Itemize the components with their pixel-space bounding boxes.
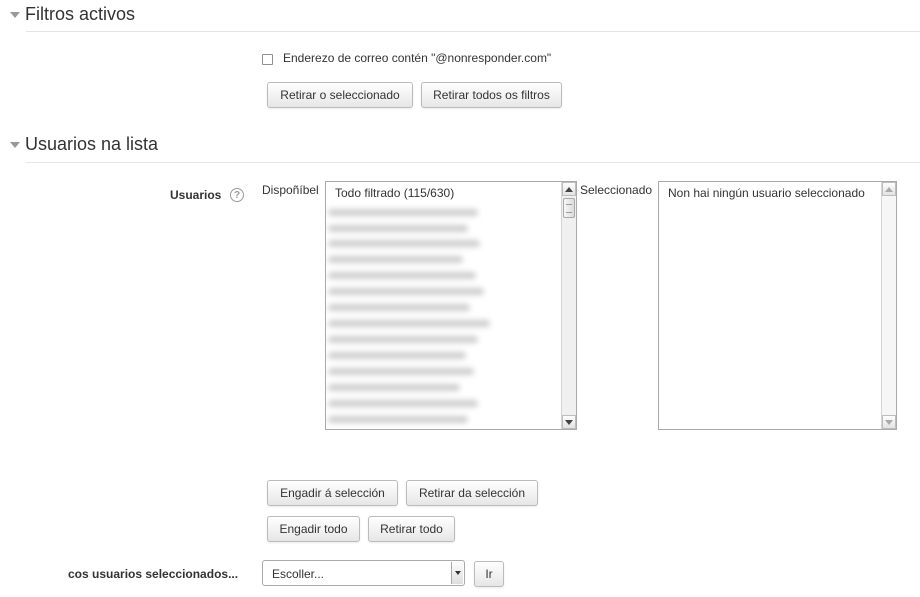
redacted-user-row[interactable] (328, 336, 478, 343)
redacted-user-row[interactable] (328, 320, 490, 327)
remove-selected-filter-button[interactable]: Retirar o seleccionado (267, 82, 413, 108)
redacted-user-row[interactable] (328, 384, 460, 391)
available-option-all-filtered[interactable]: Todo filtrado (115/630) (335, 186, 454, 200)
arrow-down-icon (565, 419, 573, 425)
arrow-down-icon (454, 571, 461, 575)
bulk-action-select[interactable]: Escoller... (262, 560, 465, 586)
collapse-triangle-icon (10, 142, 20, 148)
selected-users-list[interactable]: Non hai ningún usuario seleccionado (658, 181, 897, 430)
redacted-user-row[interactable] (328, 304, 470, 311)
scroll-up-button[interactable] (882, 182, 896, 196)
available-list-scrollbar[interactable] (561, 182, 576, 429)
collapse-triangle-icon (10, 12, 20, 18)
selected-label: Seleccionado (580, 183, 653, 197)
filters-section-toggle[interactable]: Filtros activos (10, 4, 135, 25)
selected-option-none[interactable]: Non hai ningún usuario seleccionado (668, 186, 865, 200)
filters-section-title: Filtros activos (25, 4, 136, 24)
users-section-title: Usuarios na lista (25, 134, 159, 154)
redacted-user-row[interactable] (328, 368, 474, 375)
add-to-selection-button[interactable]: Engadir á selección (267, 480, 398, 506)
divider (26, 162, 920, 163)
bulk-action-select-value: Escoller... (272, 567, 325, 581)
bulk-action-label: cos usuarios seleccionados... (68, 567, 239, 581)
redacted-user-row[interactable] (328, 416, 468, 423)
redacted-user-row[interactable] (328, 352, 466, 359)
active-filter-label: Enderezo de correo contén "@nonresponder… (283, 51, 552, 65)
redacted-user-row[interactable] (328, 225, 468, 232)
scroll-up-button[interactable] (562, 182, 576, 196)
arrow-up-icon (565, 186, 573, 192)
arrow-up-icon (885, 186, 893, 192)
available-label: Dispoñíbel (262, 183, 319, 197)
selected-list-scrollbar[interactable] (881, 182, 896, 429)
remove-all-filters-button[interactable]: Retirar todos os filtros (421, 82, 562, 108)
users-section-toggle[interactable]: Usuarios na lista (10, 134, 158, 155)
remove-from-selection-button[interactable]: Retirar da selección (406, 480, 538, 506)
dropdown-arrow-icon (451, 562, 463, 584)
redacted-user-row[interactable] (328, 288, 484, 295)
scroll-down-button[interactable] (882, 415, 896, 429)
redacted-user-row[interactable] (328, 400, 478, 407)
add-all-button[interactable]: Engadir todo (267, 516, 360, 542)
remove-all-button[interactable]: Retirar todo (368, 516, 455, 542)
divider (26, 31, 920, 32)
available-users-list[interactable]: Todo filtrado (115/630) (325, 181, 577, 430)
users-field-label: Usuarios (170, 188, 222, 202)
arrow-down-icon (885, 419, 893, 425)
active-filter-checkbox[interactable] (262, 54, 273, 65)
scroll-thumb[interactable] (563, 198, 575, 218)
redacted-user-row[interactable] (328, 209, 478, 216)
help-icon[interactable]: ? (230, 188, 244, 202)
redacted-user-row[interactable] (328, 272, 476, 279)
redacted-user-row[interactable] (328, 256, 463, 263)
scroll-down-button[interactable] (562, 415, 576, 429)
redacted-user-row[interactable] (328, 240, 480, 247)
go-button[interactable]: Ir (474, 561, 504, 587)
